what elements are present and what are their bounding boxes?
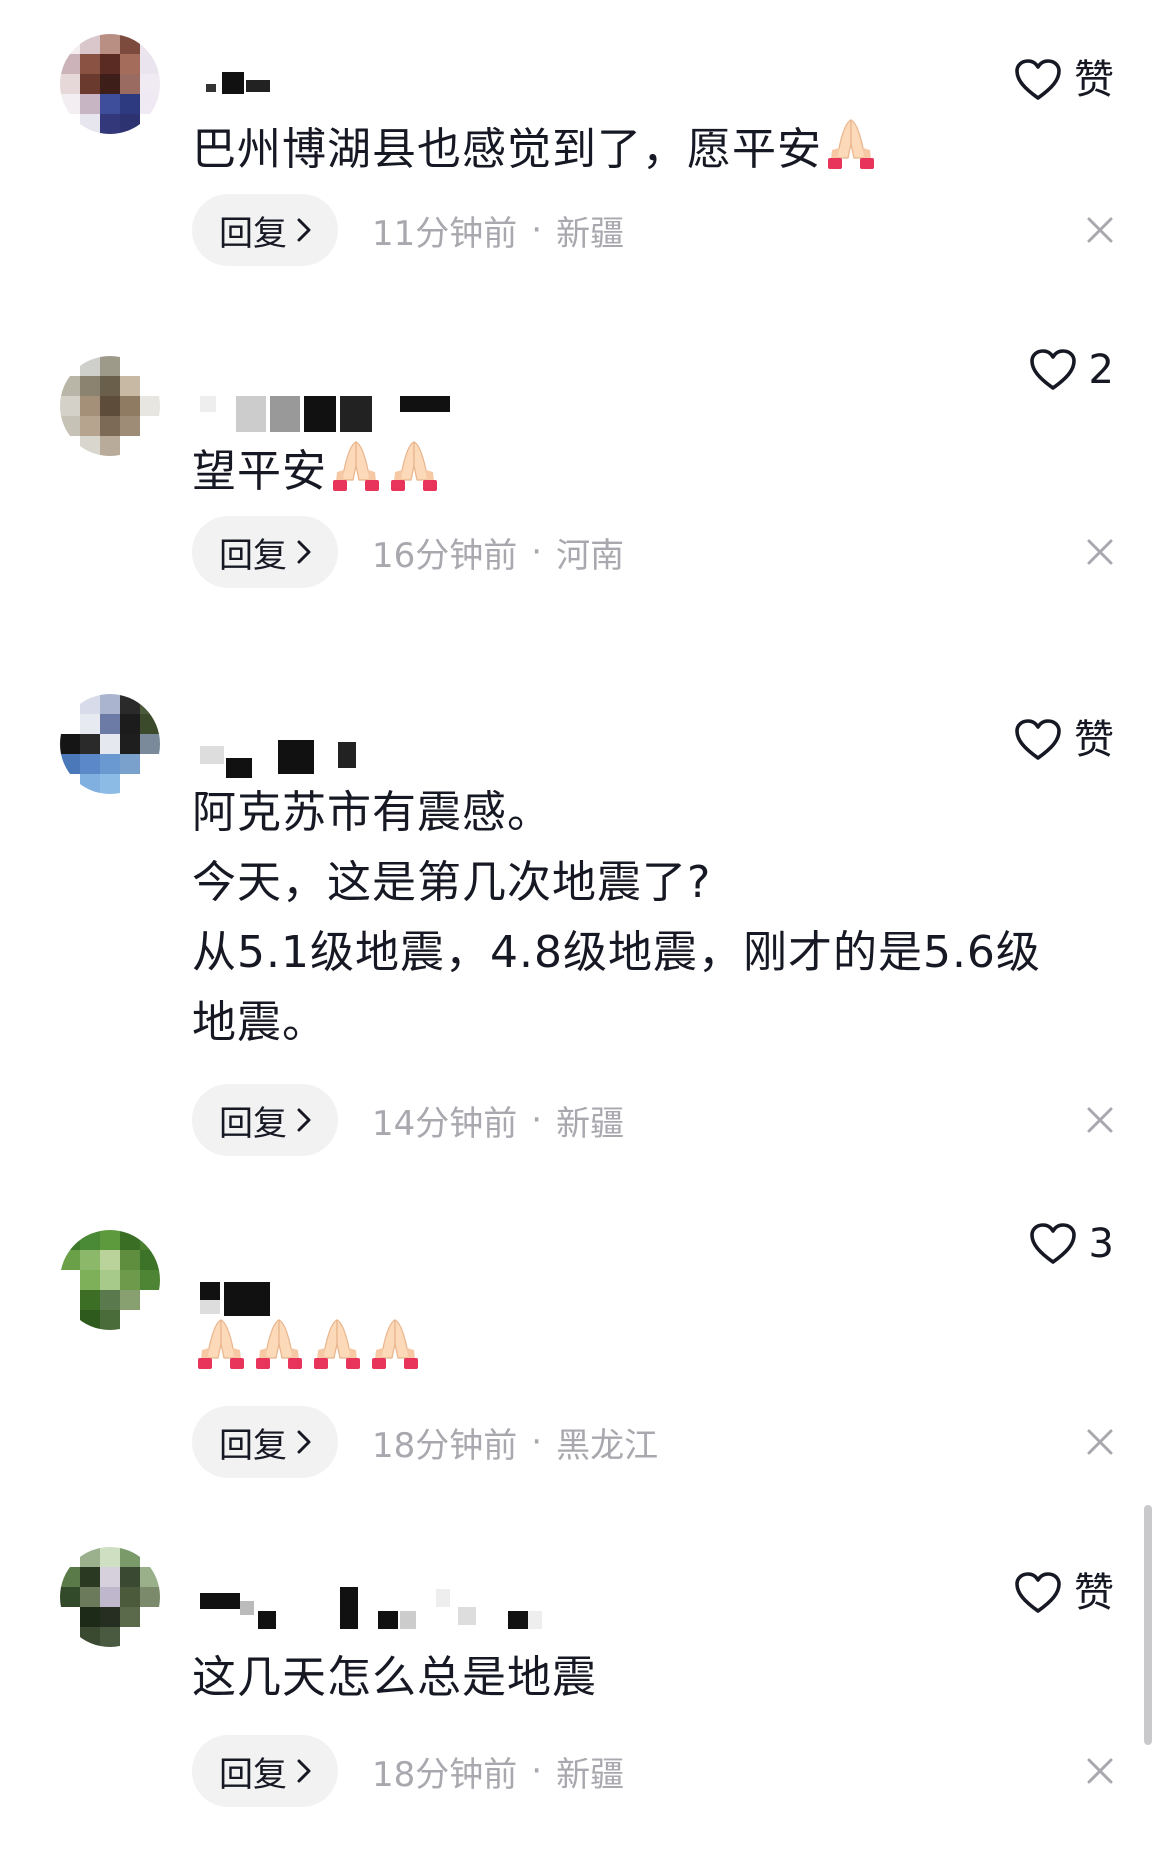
folded-hands-emoji [192,1314,250,1391]
comment-time: 18分钟前 [372,1425,518,1466]
like-button[interactable]: 赞 [1014,1567,1114,1619]
comment-meta-row: 回复 14分钟前 · 新疆 [192,1084,1114,1156]
comment-location: 新疆 [556,1754,625,1795]
reply-label: 回复 [219,1103,287,1144]
close-icon[interactable] [1086,1757,1114,1785]
comment-text: 望平安 [192,436,1100,513]
like-button[interactable]: 2 [1029,344,1114,396]
reply-button[interactable]: 回复 [192,1735,338,1807]
like-label: 赞 [1074,57,1114,103]
comment-meta: 14分钟前 · 新疆 [372,1084,624,1156]
like-label: 赞 [1074,717,1114,763]
like-button[interactable]: 3 [1029,1218,1114,1270]
chevron-right-icon [297,540,311,564]
reply-button[interactable]: 回复 [192,1406,338,1478]
chevron-right-icon [297,218,311,242]
heart-icon [1015,1572,1061,1613]
reply-label: 回复 [219,1754,287,1795]
folded-hands-emoji [822,114,880,191]
comment-meta-row: 回复 18分钟前 · 黑龙江 [192,1406,1114,1478]
separator-dot: · [531,532,543,572]
comment-meta-row: 回复 11分钟前 · 新疆 [192,194,1114,266]
comment-location: 黑龙江 [556,1425,659,1466]
comment-meta: 16分钟前 · 河南 [372,516,624,588]
chevron-right-icon [297,1430,311,1454]
close-icon[interactable] [1086,1428,1114,1456]
comment-meta-row: 回复 16分钟前 · 河南 [192,516,1114,588]
heart-icon [1015,719,1061,760]
comment-location: 新疆 [556,1103,625,1144]
avatar[interactable] [60,1230,160,1330]
separator-dot: · [531,1751,543,1791]
like-label: 赞 [1074,1570,1114,1616]
like-label: 2 [1088,347,1114,393]
separator-dot: · [531,210,543,250]
comment-text [192,1314,1100,1391]
reply-button[interactable]: 回复 [192,1084,338,1156]
folded-hands-emoji [366,1314,424,1391]
comment-location: 河南 [556,535,625,576]
avatar[interactable] [60,694,160,794]
like-button[interactable]: 赞 [1014,714,1114,766]
comment-text: 巴州博湖县也感觉到了，愿平安 [192,114,1100,191]
separator-dot: · [531,1422,543,1462]
heart-icon [1029,1223,1076,1264]
comment-meta-row: 回复 18分钟前 · 新疆 [192,1735,1114,1807]
like-label: 3 [1088,1221,1114,1267]
comment-time: 18分钟前 [372,1754,518,1795]
comment-meta: 11分钟前 · 新疆 [372,194,624,266]
reply-label: 回复 [219,213,287,254]
like-button[interactable]: 赞 [1014,54,1114,106]
scrollbar[interactable] [1144,1505,1152,1745]
comment-time: 16分钟前 [372,535,518,576]
avatar[interactable] [60,356,160,456]
separator-dot: · [531,1100,543,1140]
comment-time: 11分钟前 [372,213,518,254]
comment-meta: 18分钟前 · 新疆 [372,1735,624,1807]
comment-meta: 18分钟前 · 黑龙江 [372,1406,658,1478]
reply-label: 回复 [219,535,287,576]
comment-time: 14分钟前 [372,1103,518,1144]
reply-button[interactable]: 回复 [192,516,338,588]
avatar[interactable] [60,1547,160,1647]
heart-icon [1029,349,1076,390]
close-icon[interactable] [1086,216,1114,244]
folded-hands-emoji [385,436,443,513]
folded-hands-emoji [250,1314,308,1391]
comment-text: 阿克苏市有震感。 今天，这是第几次地震了? 从5.1级地震，4.8级地震，刚才的… [192,787,1041,1048]
chevron-right-icon [297,1759,311,1783]
reply-label: 回复 [219,1425,287,1466]
folded-hands-emoji [327,436,385,513]
folded-hands-emoji [308,1314,366,1391]
comment-location: 新疆 [556,213,625,254]
close-icon[interactable] [1086,1106,1114,1134]
comment-text: 这几天怎么总是地震 [192,1652,597,1703]
heart-icon [1015,59,1061,100]
chevron-right-icon [297,1108,311,1132]
avatar[interactable] [60,34,160,134]
close-icon[interactable] [1086,538,1114,566]
reply-button[interactable]: 回复 [192,194,338,266]
